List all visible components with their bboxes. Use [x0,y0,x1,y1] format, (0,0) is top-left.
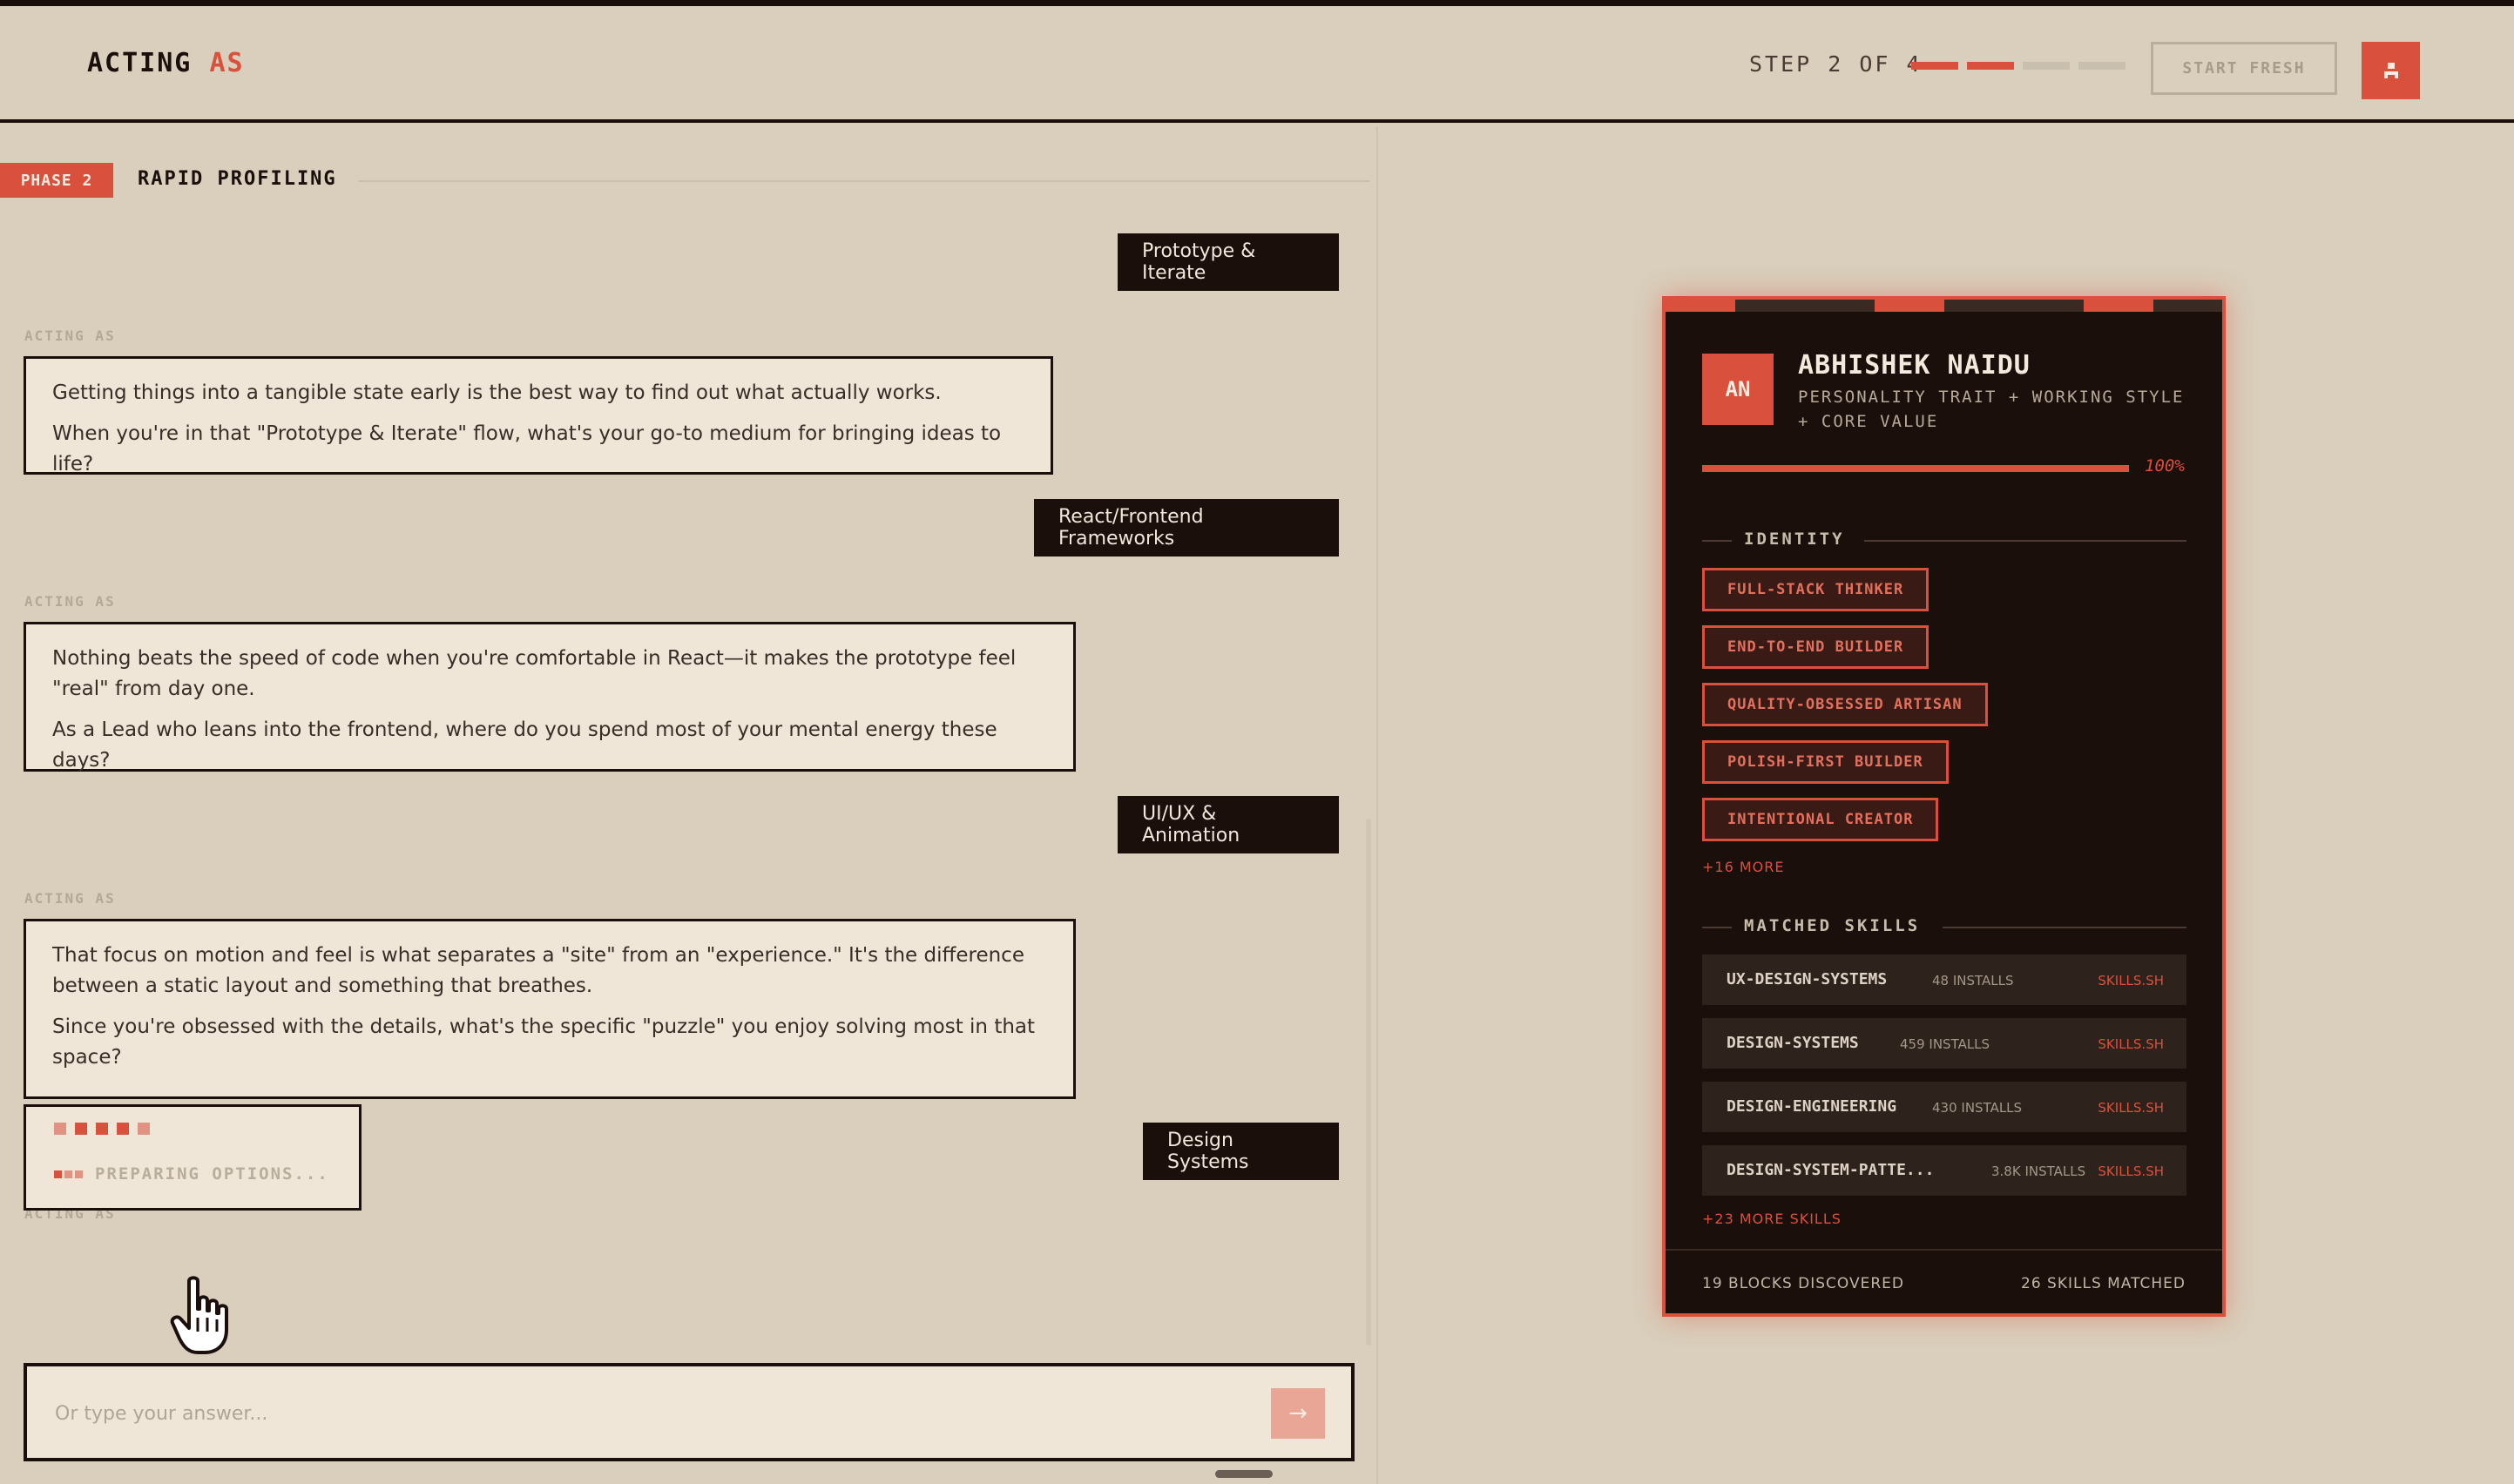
ai-message: Getting things into a tangible state ear… [24,356,1053,476]
user-message: Design Systems [1143,1123,1339,1180]
skill-name: DESIGN-SYSTEMS [1727,1034,1859,1052]
identity-more-link[interactable]: +16 MORE [1702,859,1784,875]
user-icon [2383,63,2398,78]
chat-scrollbar[interactable] [1366,819,1371,1346]
ai-sender-label: ACTING AS [24,890,116,907]
phase-badge: PHASE 2 [0,163,113,198]
ai-message: That focus on motion and feel is what se… [24,919,1076,1099]
identity-tag: QUALITY-OBSESSED ARTISAN [1702,683,1988,726]
profile-card: AN ABHISHEK NAIDU PERSONALITY TRAIT + WO… [1662,296,2226,1317]
window-top-border [0,0,2514,6]
step-bar-2 [1967,62,2014,70]
phase-title: RAPID PROFILING [138,168,337,190]
user-message: React/Frontend Frameworks [1034,499,1339,556]
ai-message-line: As a Lead who leans into the frontend, w… [52,718,997,772]
answer-input[interactable] [53,1393,1259,1434]
step-bar-3 [2023,62,2070,70]
identity-tag: INTENTIONAL CREATOR [1702,798,1939,841]
skills-more-link[interactable]: +23 MORE SKILLS [1702,1211,1842,1227]
avatar: AN [1702,354,1774,425]
skill-installs: 3.8K INSTALLS [1991,1164,2086,1179]
profile-progress-fill [1702,465,2129,472]
typing-dot [54,1123,66,1135]
ai-message: Nothing beats the speed of code when you… [24,622,1076,772]
profile-progress-bar [1702,465,2129,472]
step-progress-bars [1911,62,2125,70]
card-top-stripe [1666,300,2222,312]
skills-matched-count: 26 SKILLS MATCHED [2021,1275,2186,1292]
ai-sender-label: ACTING AS [24,593,116,610]
skill-row[interactable]: DESIGN-ENGINEERING 430 INSTALLS SKILLS.S… [1702,1082,2186,1132]
identity-tag: END-TO-END BUILDER [1702,625,1929,669]
phase-header: PHASE 2 RAPID PROFILING [0,163,1378,198]
skill-name: DESIGN-SYSTEM-PATTE... [1727,1161,1935,1179]
identity-tag: FULL-STACK THINKER [1702,568,1929,611]
resize-handle[interactable] [1215,1470,1273,1478]
ai-message-line: Getting things into a tangible state ear… [52,381,942,404]
app-header: Acting AS STEP 2 OF 4 START FRESH [0,6,2514,123]
loading-status: PREPARING OPTIONS... [54,1164,329,1184]
phase-divider [359,180,1369,182]
send-button[interactable]: → [1271,1388,1325,1439]
skill-row[interactable]: DESIGN-SYSTEM-PATTE... 3.8K INSTALLS SKI… [1702,1145,2186,1196]
typing-dot [117,1123,129,1135]
skill-installs: 430 INSTALLS [1932,1100,2023,1116]
blocks-discovered-count: 19 BLOCKS DISCOVERED [1702,1275,1905,1292]
ai-message-line: Since you're obsessed with the details, … [52,1015,1036,1069]
brand-accent-text: AS [209,48,245,78]
skill-row[interactable]: UX-DESIGN-SYSTEMS 48 INSTALLS SKILLS.SH [1702,954,2186,1005]
skill-installs: 459 INSTALLS [1900,1036,1990,1052]
user-message: Prototype & Iterate [1118,233,1339,291]
skill-name: UX-DESIGN-SYSTEMS [1727,970,1888,988]
hand-cursor-icon [170,1276,228,1354]
arrow-right-icon: → [1288,1400,1308,1427]
brand-main-text: Acting [87,48,193,78]
user-message: UI/UX & Animation [1118,796,1339,853]
skill-source-link[interactable]: SKILLS.SH [2098,1100,2164,1116]
skill-source-link[interactable]: SKILLS.SH [2098,973,2164,988]
answer-input-container: → [24,1363,1355,1461]
start-fresh-button[interactable]: START FRESH [2151,42,2337,95]
profile-progress-label: 100% [2145,456,2185,476]
identity-section-header: IDENTITY [1702,530,2186,552]
skill-source-link[interactable]: SKILLS.SH [2098,1036,2164,1052]
skills-section-header: MATCHED SKILLS [1702,916,2186,939]
profile-subtitle: PERSONALITY TRAIT + WORKING STYLE + CORE… [1798,388,2185,431]
identity-tag: POLISH-FIRST BUILDER [1702,740,1949,784]
skills-heading: MATCHED SKILLS [1744,916,1921,935]
typing-dot [138,1123,150,1135]
ai-sender-label: ACTING AS [24,327,116,344]
ai-message-line: That focus on motion and feel is what se… [52,944,1024,997]
user-menu-button[interactable] [2362,42,2420,99]
skill-source-link[interactable]: SKILLS.SH [2098,1164,2164,1179]
brand-logo[interactable]: Acting AS [87,48,245,78]
step-bar-4 [2078,62,2125,70]
profile-name: ABHISHEK NAIDU [1798,350,2031,381]
step-bar-1 [1911,62,1958,70]
card-footer-divider [1666,1249,2222,1251]
ai-message-line: When you're in that "Prototype & Iterate… [52,422,1002,476]
typing-dot [75,1123,87,1135]
typing-dot [96,1123,108,1135]
step-indicator-text: STEP 2 OF 4 [1749,51,1923,77]
skill-name: DESIGN-ENGINEERING [1727,1097,1897,1116]
ai-message-line: Nothing beats the speed of code when you… [52,647,1017,700]
skill-installs: 48 INSTALLS [1932,973,2014,988]
skill-row[interactable]: DESIGN-SYSTEMS 459 INSTALLS SKILLS.SH [1702,1018,2186,1069]
loading-text: PREPARING OPTIONS... [95,1164,329,1184]
ai-loading-message: PREPARING OPTIONS... [24,1104,362,1211]
typing-indicator [54,1123,150,1135]
loading-icon [54,1170,83,1178]
identity-heading: IDENTITY [1744,530,1845,549]
